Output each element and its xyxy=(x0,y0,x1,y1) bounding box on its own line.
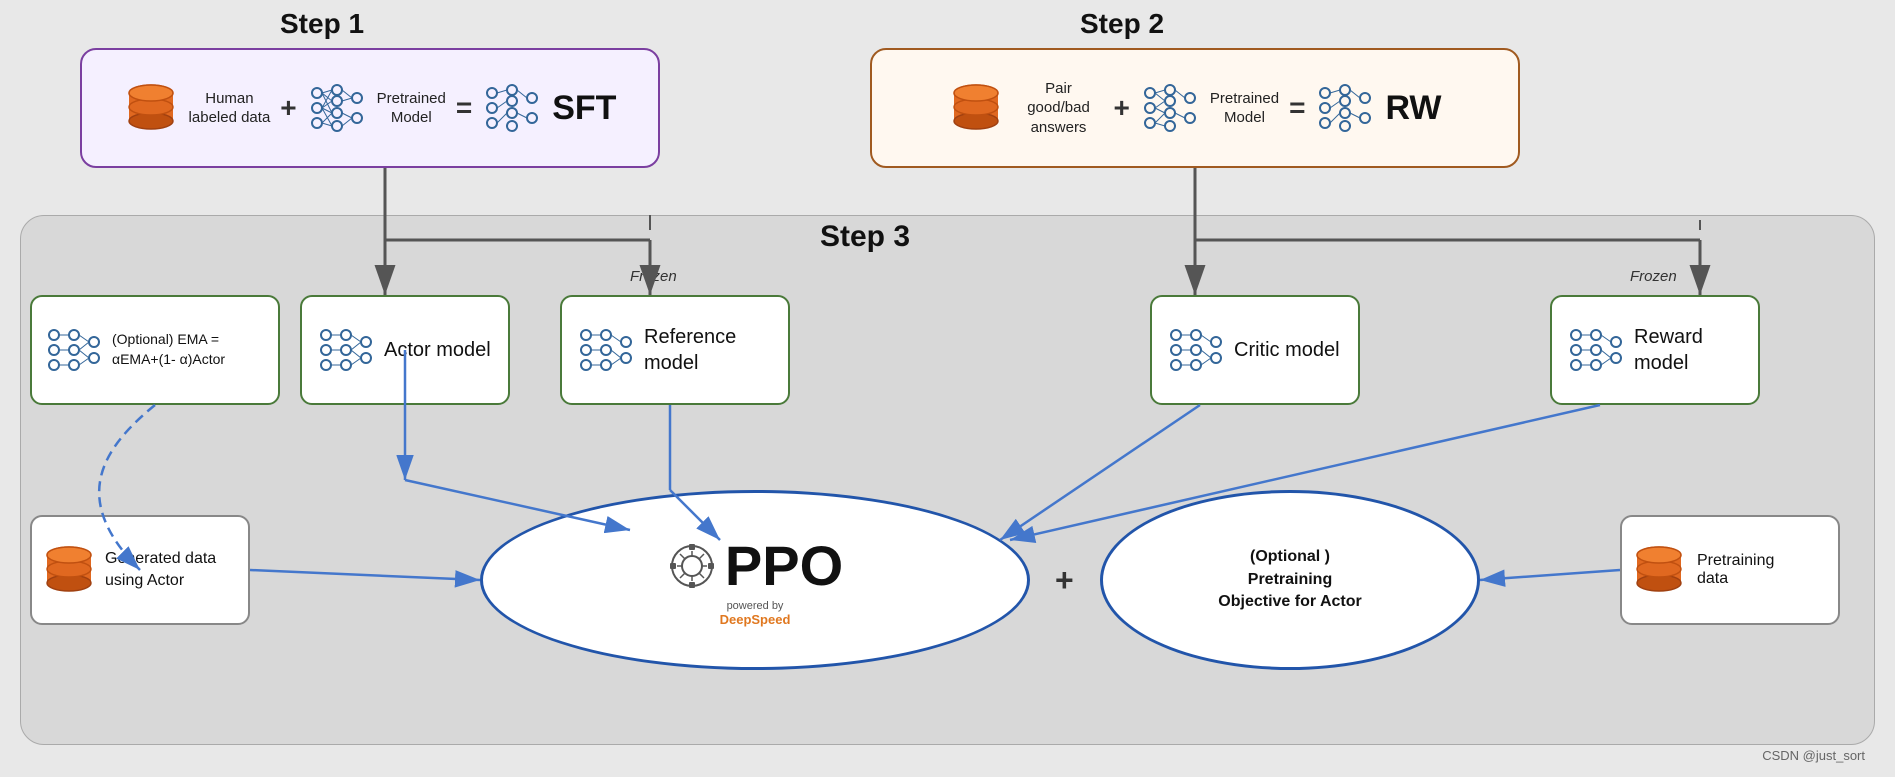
nn-icon-actor xyxy=(316,325,376,375)
database-icon-step1 xyxy=(124,83,179,133)
step1-label: Step 1 xyxy=(280,8,364,40)
rw-label: RW xyxy=(1385,89,1441,128)
actor-model-box: Actor model xyxy=(300,295,510,405)
nn-icon-step2-rw xyxy=(1315,83,1375,133)
step2-db-label: Pair good/badanswers xyxy=(1014,79,1104,138)
pretraining-data-box: Pretrainingdata xyxy=(1620,515,1840,625)
reference-model-box: Referencemodel xyxy=(560,295,790,405)
ppo-inner: PPO xyxy=(667,533,843,598)
frozen-label-reward: Frozen xyxy=(1630,268,1677,285)
ppo-ellipse: PPO powered by DeepSpeed xyxy=(480,490,1030,670)
actor-model-label: Actor model xyxy=(384,337,491,363)
gear-circuit-icon xyxy=(667,541,717,591)
ema-box: (Optional) EMA =αEMA+(1- α)Actor xyxy=(30,295,280,405)
database-icon-pretrain-data xyxy=(1632,545,1687,595)
frozen-label-reference: Frozen xyxy=(630,268,677,285)
step2-nn-label: PretrainedModel xyxy=(1210,89,1279,128)
nn-icon-ema xyxy=(44,325,104,375)
plus-sign-2: + xyxy=(1114,92,1130,124)
step2-label: Step 2 xyxy=(1080,8,1164,40)
plus-sign-ppo: + xyxy=(1055,562,1074,599)
generated-data-box: Generated datausing Actor xyxy=(30,515,250,625)
deepspeed-area: powered by DeepSpeed xyxy=(720,600,791,627)
step1-db-label: Humanlabeled data xyxy=(189,89,271,128)
database-icon-step2 xyxy=(949,83,1004,133)
pretraining-objective-label: (Optional )PretrainingObjective for Acto… xyxy=(1218,546,1361,613)
nn-icon-step1-sft xyxy=(482,83,542,133)
step1-box: Humanlabeled data + Pre xyxy=(80,48,660,168)
ppo-label: PPO xyxy=(725,533,843,598)
database-icon-gen-data xyxy=(42,545,97,595)
nn-icon-step2-pretrained xyxy=(1140,83,1200,133)
watermark: CSDN @just_sort xyxy=(1762,748,1865,763)
ema-text: (Optional) EMA =αEMA+(1- α)Actor xyxy=(112,330,225,369)
main-container: Step 1 Step 2 Step 3 Humanlabeled data + xyxy=(0,0,1895,777)
equals-sign-1: = xyxy=(456,92,472,124)
step2-box: Pair good/badanswers + PretrainedModel = xyxy=(870,48,1520,168)
deepspeed-label: DeepSpeed xyxy=(720,612,791,627)
powered-by-label: powered by xyxy=(727,600,784,612)
step3-label: Step 3 xyxy=(820,220,910,254)
generated-data-label: Generated datausing Actor xyxy=(105,548,216,593)
reference-model-label: Referencemodel xyxy=(644,324,736,376)
nn-icon-reward xyxy=(1566,325,1626,375)
reward-model-box: Rewardmodel xyxy=(1550,295,1760,405)
equals-sign-2: = xyxy=(1289,92,1305,124)
pretraining-objective-ellipse: (Optional )PretrainingObjective for Acto… xyxy=(1100,490,1480,670)
step1-nn-label: PretrainedModel xyxy=(377,89,446,128)
nn-icon-critic xyxy=(1166,325,1226,375)
nn-icon-reference xyxy=(576,325,636,375)
pretraining-data-label: Pretrainingdata xyxy=(1697,552,1774,588)
critic-model-label: Critic model xyxy=(1234,337,1340,363)
sft-label: SFT xyxy=(552,89,616,128)
critic-model-box: Critic model xyxy=(1150,295,1360,405)
plus-sign-1: + xyxy=(280,92,296,124)
nn-icon-step1-pretrained xyxy=(307,83,367,133)
reward-model-label: Rewardmodel xyxy=(1634,324,1703,376)
